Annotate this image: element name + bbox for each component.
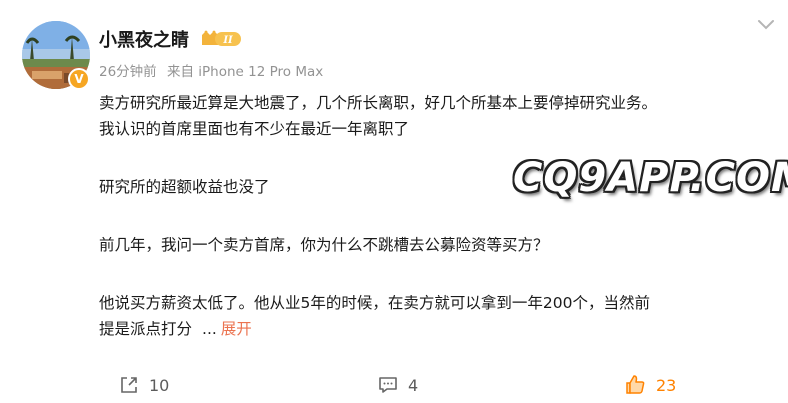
- post-source: 来自 iPhone 12 Pro Max: [166, 64, 324, 80]
- like-button[interactable]: 23: [624, 368, 676, 402]
- post-meta: 26分钟前 来自 iPhone 12 Pro Max: [99, 60, 323, 80]
- watermark: CQ9APP.COM: [513, 155, 788, 201]
- repost-button[interactable]: 10: [119, 368, 169, 402]
- username[interactable]: 小黑夜之睛: [99, 26, 189, 52]
- comment-count: 4: [408, 375, 419, 395]
- repost-count: 10: [149, 375, 170, 395]
- level-badge-label: II: [222, 35, 233, 46]
- like-count: 23: [656, 375, 677, 395]
- post-paragraph: 我认识的首席里面也有不少在最近一年离职了: [99, 120, 410, 138]
- post-paragraph: 他说买方薪资太低了。他从业5年的时候，在卖方就可以拿到一年200个，当然前: [99, 294, 650, 312]
- comment-button[interactable]: 4: [378, 368, 418, 402]
- level-badge-icon[interactable]: II: [200, 29, 242, 49]
- repost-icon: [121, 377, 137, 393]
- post-content: 卖方研究所最近算是大地震了，几个所长离职，好几个所基本上要停掉研究业务。 我认识…: [99, 90, 769, 342]
- post-paragraph-text: 提是派点打分: [99, 320, 193, 338]
- ellipsis: ...: [202, 320, 217, 338]
- action-bar: 10 4 23: [0, 368, 788, 402]
- post-paragraph-last: 提是派点打分... 展开: [99, 316, 769, 342]
- weibo-post: V 小黑夜之睛 II 26分钟前 来自 iPhone 12 Pro Max 卖方…: [0, 0, 788, 403]
- chevron-down-icon[interactable]: [756, 18, 776, 32]
- thumbs-up-icon: [626, 375, 645, 394]
- verified-badge-icon: V: [68, 68, 90, 90]
- comment-icon: [379, 377, 397, 393]
- post-paragraph: 卖方研究所最近算是大地震了，几个所长离职，好几个所基本上要停掉研究业务。: [99, 94, 658, 112]
- post-paragraph: 前几年，我问一个卖方首席，你为什么不跳槽去公募险资等买方？: [99, 236, 549, 254]
- post-time[interactable]: 26分钟前: [99, 64, 157, 80]
- expand-link[interactable]: 展开: [221, 320, 252, 338]
